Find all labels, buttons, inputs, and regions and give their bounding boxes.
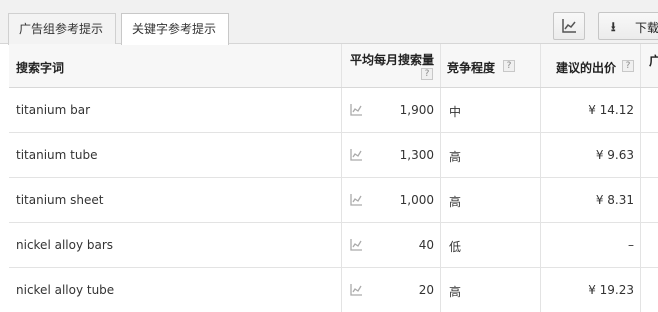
bid-cell: – <box>628 238 634 252</box>
volume-cell: 1,000 <box>399 193 434 207</box>
bid-cell: ¥ 9.63 <box>595 148 634 162</box>
table-row[interactable]: nickel alloy tube 20 高 ¥ 19.23 <box>9 268 658 312</box>
competition-cell: 中 <box>449 105 462 119</box>
header-monthly-searches[interactable]: 平均每月搜索量 ? <box>341 44 440 87</box>
download-label: 下载 <box>635 21 658 35</box>
bid-cell: ¥ 19.23 <box>588 283 634 297</box>
trend-chart-icon[interactable] <box>350 194 363 206</box>
competition-cell: 高 <box>449 195 462 209</box>
competition-cell: 高 <box>449 150 462 164</box>
competition-cell: 低 <box>449 240 462 254</box>
volume-cell: 20 <box>418 283 434 297</box>
line-chart-icon <box>562 19 576 33</box>
more-cell <box>640 268 658 312</box>
help-icon[interactable]: ? <box>622 60 634 72</box>
table-row[interactable]: nickel alloy bars 40 低 – <box>9 223 658 268</box>
keyword-cell: nickel alloy bars <box>16 238 114 252</box>
trend-chart-icon[interactable] <box>350 239 363 251</box>
volume-cell: 40 <box>418 238 434 252</box>
keyword-cell: titanium tube <box>16 148 98 162</box>
table-header-row: 搜索字词 平均每月搜索量 ? 竞争程度 ? 建议的出价 ? 广 <box>9 44 658 88</box>
more-cell <box>640 223 658 267</box>
competition-cell: 高 <box>449 285 462 299</box>
header-suggested-bid[interactable]: 建议的出价 ? <box>540 44 640 87</box>
download-icon: ⭳ <box>611 20 616 35</box>
bid-cell: ¥ 8.31 <box>595 193 634 207</box>
help-icon[interactable]: ? <box>421 68 433 80</box>
table-row[interactable]: titanium tube 1,300 高 ¥ 9.63 <box>9 133 658 178</box>
volume-cell: 1,300 <box>399 148 434 162</box>
header-keyword[interactable]: 搜索字词 <box>9 44 341 87</box>
help-icon[interactable]: ? <box>503 60 515 72</box>
more-cell <box>640 178 658 222</box>
bid-cell: ¥ 14.12 <box>588 103 634 117</box>
trend-chart-icon[interactable] <box>350 104 363 116</box>
more-cell <box>640 88 658 132</box>
more-cell <box>640 133 658 177</box>
chart-view-button[interactable] <box>553 12 585 40</box>
top-toolbar: 广告组参考提示 关键字参考提示 ⭳ 下载 <box>0 0 658 45</box>
table-row[interactable]: titanium sheet 1,000 高 ¥ 8.31 <box>9 178 658 223</box>
keyword-cell: titanium bar <box>16 103 91 117</box>
keyword-cell: titanium sheet <box>16 193 104 207</box>
tab-adgroup-ideas[interactable]: 广告组参考提示 <box>8 13 116 45</box>
trend-chart-icon[interactable] <box>350 284 363 296</box>
download-button[interactable]: ⭳ 下载 <box>598 12 658 40</box>
trend-chart-icon[interactable] <box>350 149 363 161</box>
tab-keyword-ideas[interactable]: 关键字参考提示 <box>121 13 229 45</box>
volume-cell: 1,900 <box>399 103 434 117</box>
table-row[interactable]: titanium bar 1,900 中 ¥ 14.12 <box>9 88 658 133</box>
header-competition[interactable]: 竞争程度 ? <box>440 44 540 87</box>
keyword-cell: nickel alloy tube <box>16 283 115 297</box>
header-more[interactable]: 广 <box>640 44 658 87</box>
